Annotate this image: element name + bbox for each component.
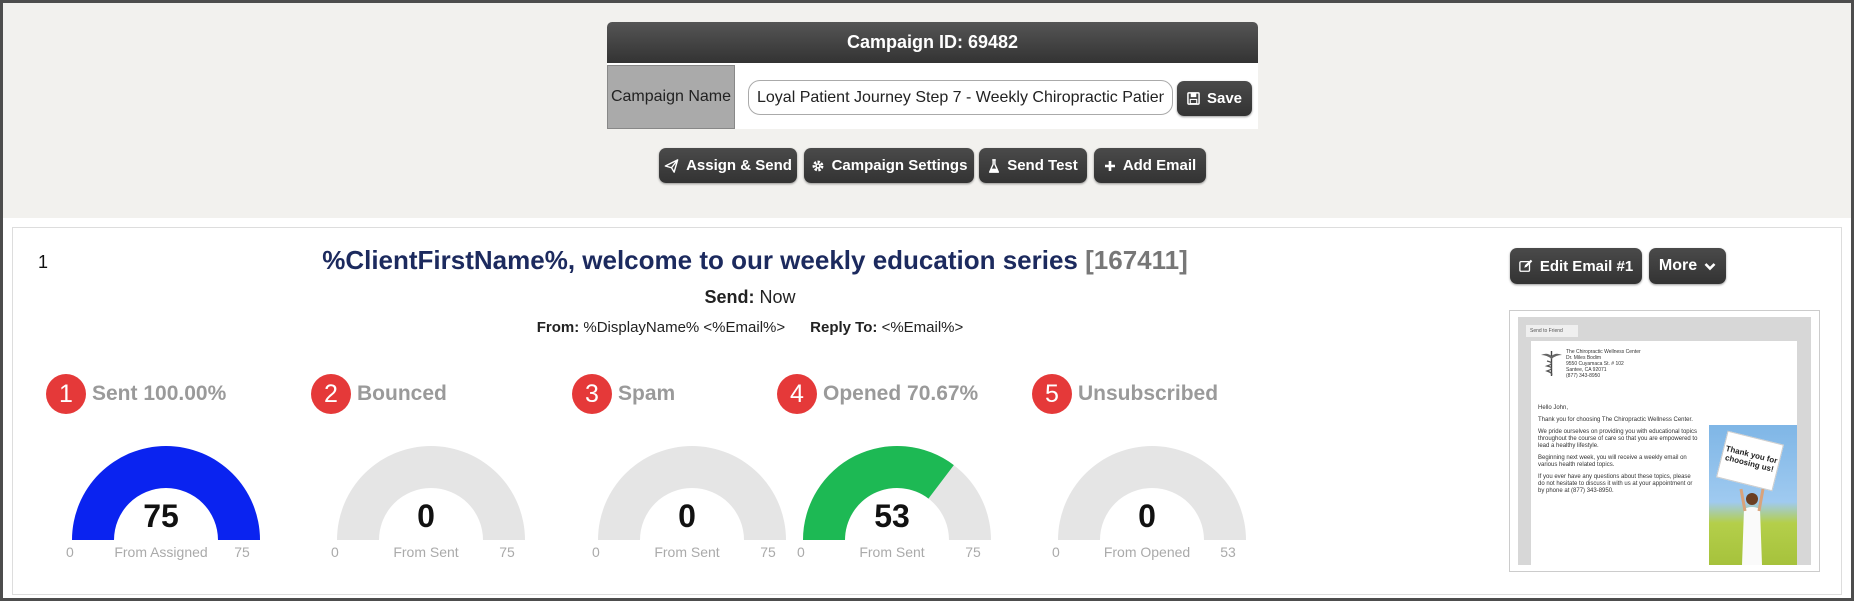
gauge-caption: From Sent (654, 544, 720, 560)
flask-icon (989, 158, 1000, 173)
sender-info: From: %DisplayName% <%Email%> Reply To: … (480, 319, 1020, 336)
stat-header: 1 Sent 100.00% (46, 374, 226, 414)
email-subject-text: %ClientFirstName%, welcome to our weekly… (322, 245, 1078, 275)
stat-number-badge: 1 (46, 374, 86, 414)
preview-body: Hello John, Thank you for choosing The C… (1538, 405, 1698, 494)
campaign-settings-label: Campaign Settings (831, 157, 968, 174)
gauge-value: 75 (143, 498, 179, 534)
gauge-max: 75 (499, 544, 515, 560)
chevron-down-icon (1704, 262, 1716, 270)
preview-canvas: Send to Friend The Chiropractic Wellness… (1518, 317, 1811, 565)
stat-block-4: 4 Opened 70.67% 53 0 From Sent 75 (777, 370, 1037, 570)
stat-title: Sent 100.00% (92, 382, 227, 405)
gauge-caption: From Sent (859, 544, 925, 560)
stat-block-2: 2 Bounced 0 0 From Sent 75 (311, 370, 571, 570)
campaign-id-bar: Campaign ID: 69482 (607, 22, 1258, 63)
stat-number-badge: 2 (311, 374, 351, 414)
stat-header: 5 Unsubscribed (1032, 374, 1218, 414)
send-test-button[interactable]: Send Test (979, 148, 1087, 183)
add-email-label: Add Email (1122, 157, 1197, 174)
plus-icon (1104, 160, 1115, 171)
gauge-caption: From Sent (393, 544, 459, 560)
stat-title: Bounced (357, 382, 447, 405)
campaign-id-label: Campaign ID: 69482 (846, 32, 1019, 52)
more-label: More (1658, 257, 1698, 274)
save-label: Save (1206, 90, 1243, 107)
stat-number-badge: 5 (1032, 374, 1072, 414)
preview-address: The Chiropractic Wellness Center Dr. Mil… (1566, 349, 1641, 379)
gauge-caption: From Assigned (114, 544, 208, 560)
send-schedule: Send: Now (600, 287, 900, 308)
reply-to-value: <%Email%> (881, 319, 964, 336)
campaign-name-row: Campaign Name (607, 63, 1258, 129)
stat-header: 3 Spam (572, 374, 675, 414)
stat-block-1: 1 Sent 100.00% 75 0 From Assigned 75 (46, 370, 306, 570)
reply-to-label: Reply To: (810, 319, 878, 336)
email-number: 1 (38, 252, 49, 272)
email-subject-id: [167411] (1085, 245, 1188, 275)
stat-block-5: 5 Unsubscribed 0 0 From Opened 53 (1032, 370, 1292, 570)
assign-send-label: Assign & Send (686, 157, 792, 174)
from-label: From: (536, 319, 580, 336)
gauge-max: 53 (1220, 544, 1236, 560)
campaign-name-label: Campaign Name (607, 65, 735, 129)
add-email-button[interactable]: Add Email (1094, 148, 1206, 183)
stat-title: Spam (618, 382, 676, 405)
gauge-value: 0 (417, 498, 435, 534)
gauge-max: 75 (234, 544, 250, 560)
floppy-disk-icon (1187, 92, 1200, 105)
gauge-value: 53 (874, 498, 910, 534)
gear-icon (812, 160, 823, 171)
preview-send-to-friend: Send to Friend (1526, 325, 1578, 337)
email-subject: %ClientFirstName%, welcome to our weekly… (300, 245, 1210, 276)
save-button[interactable]: Save (1177, 81, 1252, 116)
edit-email-button[interactable]: Edit Email #1 (1510, 248, 1642, 284)
send-test-label: Send Test (1007, 157, 1078, 174)
gauge-value: 0 (1138, 498, 1156, 534)
gauge-value: 0 (678, 498, 696, 534)
paper-plane-icon (664, 158, 679, 173)
campaign-settings-button[interactable]: Campaign Settings (804, 148, 974, 183)
stat-title: Unsubscribed (1078, 382, 1219, 405)
caduceus-logo-icon (1541, 351, 1562, 376)
assign-send-button[interactable]: Assign & Send (659, 148, 797, 183)
stat-header: 2 Bounced (311, 374, 447, 414)
send-value: Now (759, 287, 796, 307)
stat-header: 4 Opened 70.67% (777, 374, 978, 414)
campaign-name-input[interactable] (748, 80, 1173, 115)
edit-email-label: Edit Email #1 (1539, 257, 1634, 275)
stat-number-badge: 4 (777, 374, 817, 414)
email-preview-thumbnail[interactable]: Send to Friend The Chiropractic Wellness… (1509, 310, 1820, 572)
from-value: %DisplayName% <%Email%> (583, 319, 786, 336)
person-figure-icon (1739, 488, 1765, 565)
gauge-max: 75 (965, 544, 981, 560)
preview-sign: Thank you for choosing us! (1716, 430, 1784, 492)
preview-photo: Thank you for choosing us! (1709, 425, 1797, 565)
stat-number-badge: 3 (572, 374, 612, 414)
edit-icon (1519, 259, 1533, 272)
send-label: Send: (704, 287, 755, 307)
more-dropdown-button[interactable]: More (1649, 248, 1726, 284)
stat-title: Opened 70.67% (823, 382, 979, 405)
gauge-caption: From Opened (1103, 544, 1191, 560)
preview-page: The Chiropractic Wellness Center Dr. Mil… (1531, 341, 1797, 565)
